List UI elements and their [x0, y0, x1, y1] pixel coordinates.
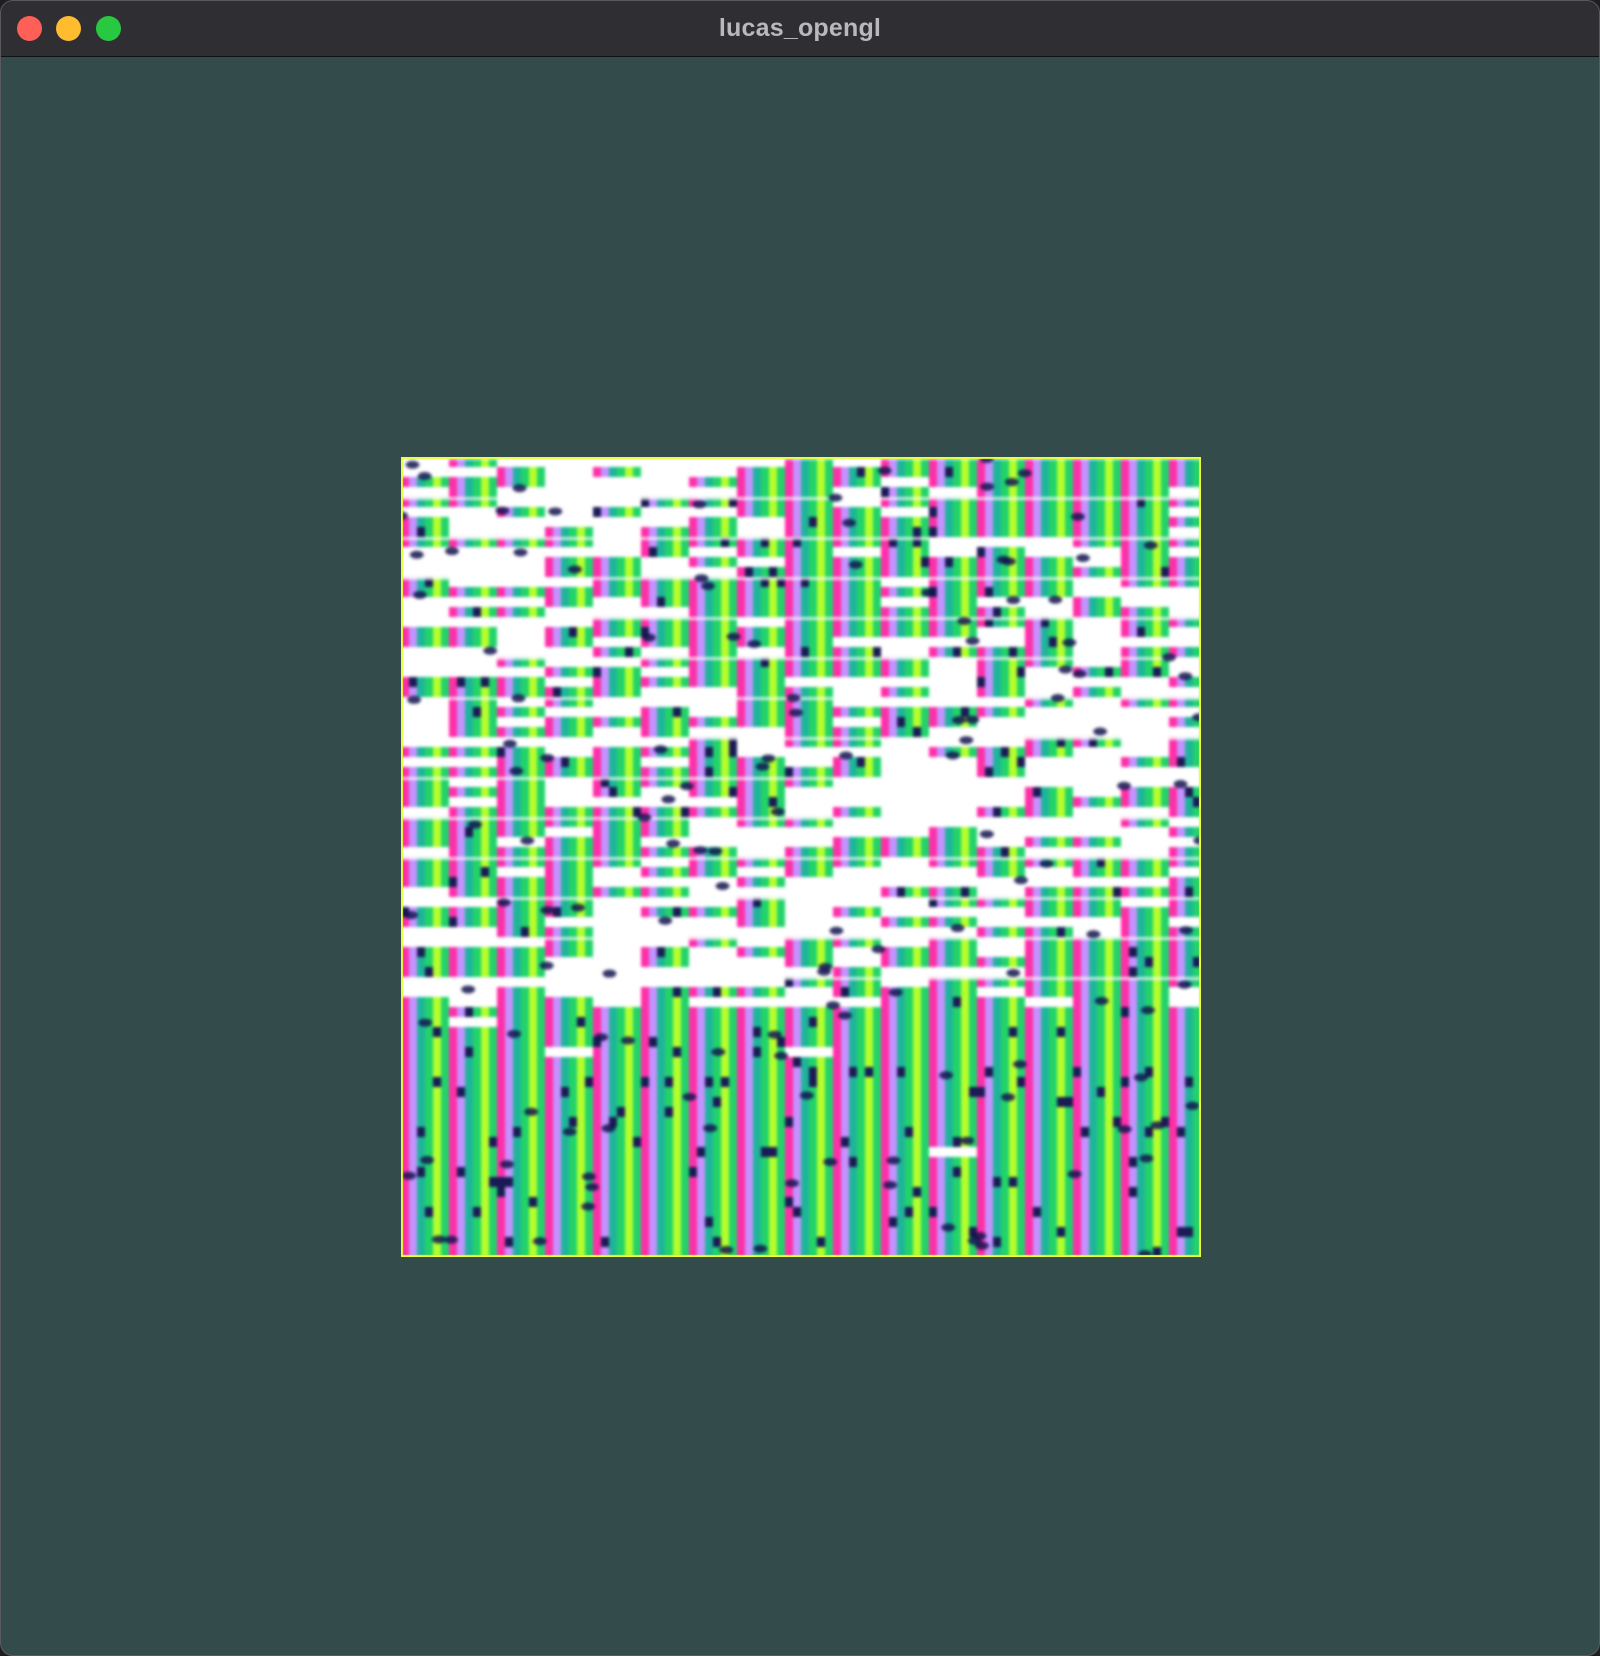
window-title: lucas_opengl	[718, 14, 882, 42]
app-window: lucas_opengl	[0, 0, 1600, 1656]
title-bar[interactable]: lucas_opengl	[1, 1, 1599, 57]
gl-viewport[interactable]	[1, 57, 1599, 1655]
rendered-texture-quad	[401, 457, 1201, 1257]
